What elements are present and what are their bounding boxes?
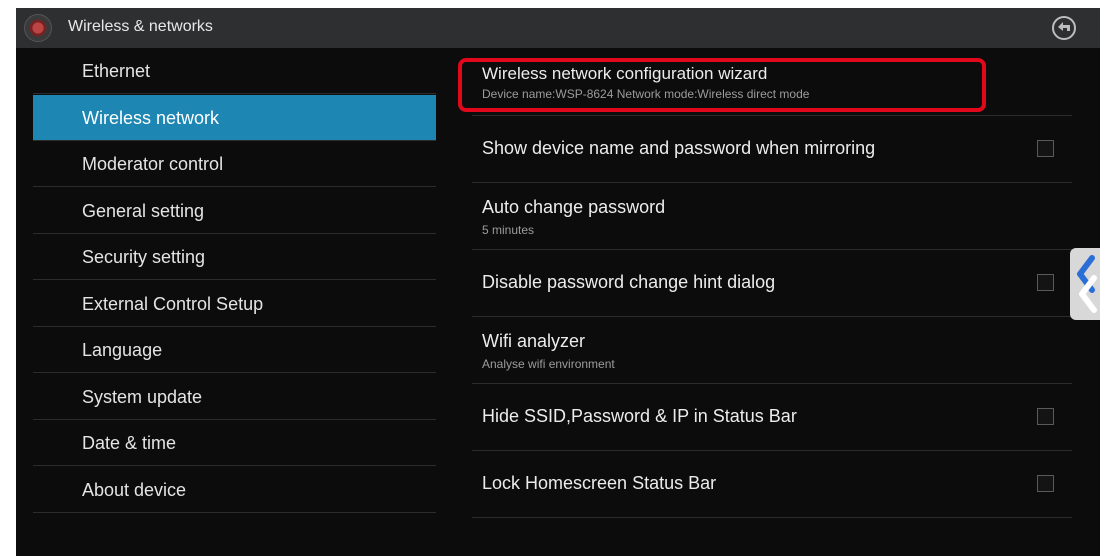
setting-title: Wireless network configuration wizard — [482, 64, 768, 83]
sidebar-item-language[interactable]: Language — [33, 327, 436, 373]
setting-title: Disable password change hint dialog — [482, 272, 776, 292]
setting-wifi-analyzer[interactable]: Wifi analyzer Analyse wifi environment — [472, 317, 1072, 384]
setting-summary: 5 minutes — [482, 223, 535, 237]
setting-title: Wifi analyzer — [482, 331, 586, 351]
sidebar-item-about-device[interactable]: About device — [33, 467, 436, 513]
setting-title: Lock Homescreen Status Bar — [482, 473, 717, 493]
setting-title: Hide SSID,Password & IP in Status Bar — [482, 406, 797, 426]
sidebar-item-external-control-setup[interactable]: External Control Setup — [33, 281, 436, 327]
checkbox[interactable] — [1037, 274, 1054, 291]
sidebar-item-label: Date & time — [82, 433, 177, 453]
sidebar-item-label: Moderator control — [82, 154, 224, 174]
sidebar-item-date-time[interactable]: Date & time — [33, 420, 436, 466]
setting-title: Auto change password — [482, 197, 666, 217]
sidebar-item-label: External Control Setup — [82, 294, 264, 314]
settings-list: Wireless network configuration wizard De… — [458, 48, 1072, 528]
setting-lock-homescreen-status-bar[interactable]: Lock Homescreen Status Bar — [472, 451, 1072, 518]
sidebar-item-label: Security setting — [82, 247, 206, 267]
sidebar-item-security-setting[interactable]: Security setting — [33, 234, 436, 280]
chevron-left-icon — [1077, 255, 1097, 313]
settings-app-icon[interactable] — [24, 14, 52, 42]
title-bar: Wireless & networks — [16, 8, 1100, 48]
setting-title: Show device name and password when mirro… — [482, 138, 876, 158]
sidebar-item-label: Ethernet — [82, 61, 151, 81]
settings-screen: Wireless & networks Ethernet Wireless ne… — [16, 8, 1100, 556]
back-icon[interactable] — [1050, 14, 1078, 42]
sidebar-item-label: About device — [82, 480, 187, 500]
checkbox[interactable] — [1037, 140, 1054, 157]
sidebar-item-label: System update — [82, 387, 203, 407]
sidebar-item-label: General setting — [82, 201, 205, 221]
side-panel-handle[interactable] — [1070, 248, 1100, 320]
setting-wireless-configuration-wizard[interactable]: Wireless network configuration wizard De… — [458, 48, 1072, 116]
sidebar-item-general-setting[interactable]: General setting — [33, 188, 436, 234]
sidebar-item-label: Wireless network — [82, 108, 220, 128]
sidebar-nav: Ethernet Wireless network Moderator cont… — [33, 48, 436, 518]
setting-summary: Analyse wifi environment — [482, 357, 615, 371]
setting-summary: Device name:WSP-8624 Network mode:Wirele… — [482, 87, 810, 101]
setting-show-device-name-password[interactable]: Show device name and password when mirro… — [472, 116, 1072, 183]
sidebar-item-system-update[interactable]: System update — [33, 374, 436, 420]
checkbox[interactable] — [1037, 408, 1054, 425]
sidebar-item-ethernet[interactable]: Ethernet — [33, 48, 436, 94]
setting-disable-password-change-hint[interactable]: Disable password change hint dialog — [472, 250, 1072, 317]
setting-hide-ssid-password-ip[interactable]: Hide SSID,Password & IP in Status Bar — [472, 384, 1072, 451]
sidebar-item-wireless-network[interactable]: Wireless network — [33, 95, 436, 141]
checkbox[interactable] — [1037, 475, 1054, 492]
setting-auto-change-password[interactable]: Auto change password 5 minutes — [472, 183, 1072, 250]
sidebar-item-moderator-control[interactable]: Moderator control — [33, 141, 436, 187]
page-title: Wireless & networks — [68, 18, 213, 35]
sidebar-item-label: Language — [82, 340, 163, 360]
